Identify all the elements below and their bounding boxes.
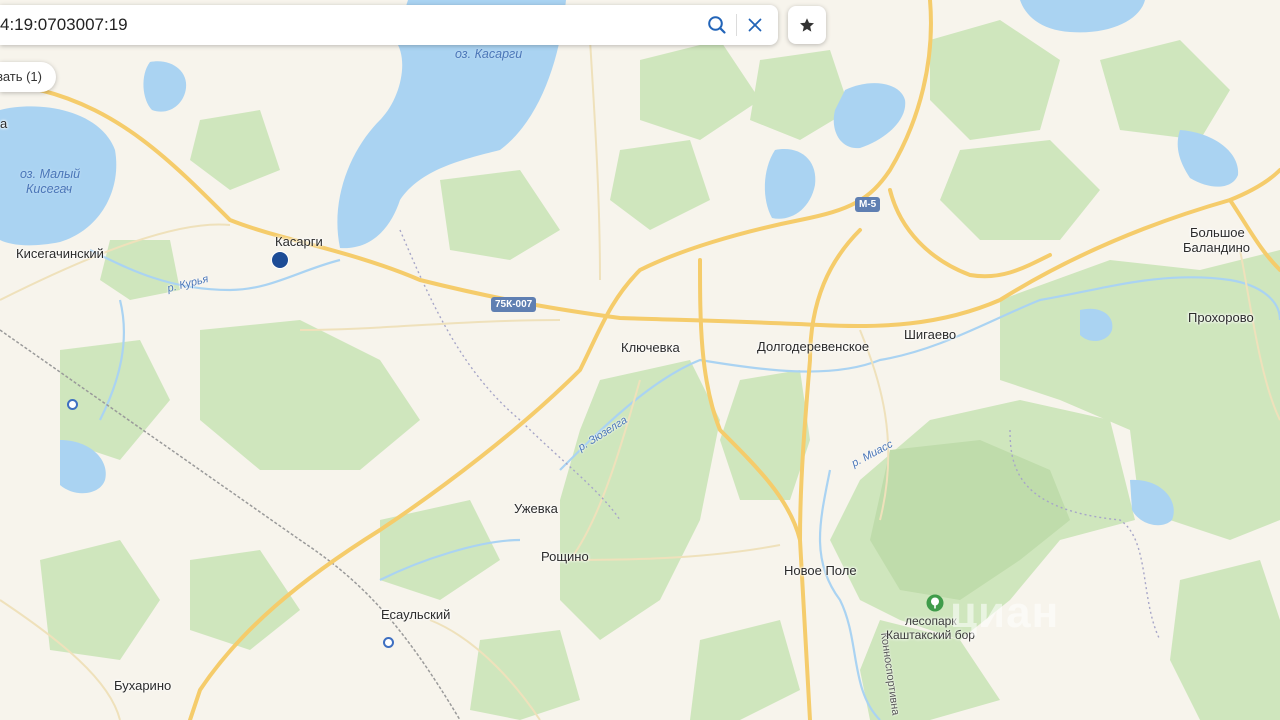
road-shield-m5: М-5 <box>855 197 881 212</box>
watermark-text: циан <box>950 588 1060 637</box>
search-icon[interactable] <box>707 15 727 35</box>
star-icon <box>800 18 814 32</box>
location-marker[interactable] <box>271 251 289 269</box>
road-shield-75k007: 75К-007 <box>491 297 537 312</box>
close-icon[interactable] <box>745 15 765 35</box>
show-results-button[interactable]: вать (1) <box>0 62 56 92</box>
map-background <box>0 0 1280 720</box>
tree-icon[interactable] <box>926 594 944 612</box>
favorite-button[interactable] <box>788 6 826 44</box>
search-input[interactable]: 4:19:0703007:19 <box>0 5 128 45</box>
show-results-label: вать (1) <box>0 69 42 84</box>
station-marker[interactable] <box>67 399 78 410</box>
search-bar: 4:19:0703007:19 <box>0 5 778 45</box>
search-divider <box>736 14 737 36</box>
park-label-1: лесопарк <box>905 614 957 628</box>
station-marker[interactable] <box>383 637 394 648</box>
map-canvas[interactable]: оз. Касарги оз. Малый Кисегач р. Курья р… <box>0 0 1280 720</box>
